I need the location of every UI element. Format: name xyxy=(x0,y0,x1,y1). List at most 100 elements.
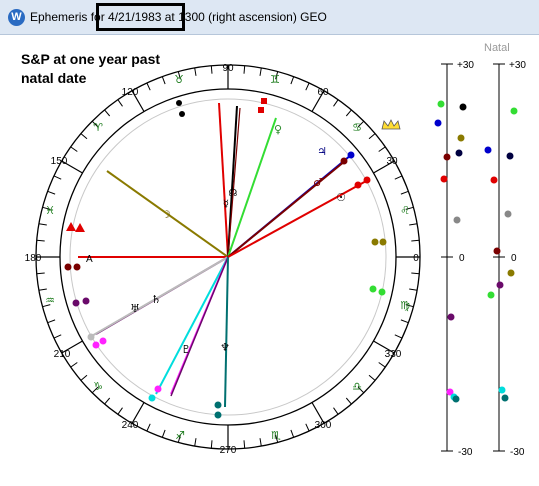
wheel-minor-tick xyxy=(70,146,78,152)
planet-dot xyxy=(176,100,182,106)
planet-dot xyxy=(214,411,222,419)
planet-dot xyxy=(214,401,222,409)
wheel-minor-tick xyxy=(368,374,376,381)
wheel-minor-tick xyxy=(305,82,310,91)
pisces-sign-icon: ♓ xyxy=(45,204,55,217)
planet-dot xyxy=(354,181,362,189)
left-scale-zero-label: 0 xyxy=(459,253,465,264)
right-scale-top-label: +30 xyxy=(509,60,526,71)
wheel-minor-tick xyxy=(243,440,246,449)
planet-dot xyxy=(379,238,387,246)
virgo-sign-icon: ♍ xyxy=(400,299,410,312)
decl-dot xyxy=(434,119,442,127)
planet-dot xyxy=(92,341,100,349)
wheel-minor-tick xyxy=(161,429,166,438)
wheel-minor-tick xyxy=(394,175,403,180)
wheel-minor-tick xyxy=(117,99,123,107)
planet-dot xyxy=(64,263,72,271)
wheel-minor-tick xyxy=(259,438,262,447)
wheel-minor-tick xyxy=(333,99,339,107)
natal-decl-dot xyxy=(507,269,515,277)
wheel-minor-tick xyxy=(104,109,111,117)
degree-label-180: 180 xyxy=(25,253,42,264)
right-scale-bottom-label: -30 xyxy=(510,447,525,458)
wheel-minor-tick xyxy=(117,407,123,415)
wheel-minor-tick xyxy=(146,423,151,432)
decl-dot xyxy=(453,216,461,224)
wheel-minor-tick xyxy=(411,272,420,275)
planet-dot xyxy=(369,285,377,293)
decl-dot xyxy=(437,100,445,108)
wheel-minor-tick xyxy=(378,362,386,368)
leo-sign-icon: ♌ xyxy=(400,204,410,217)
capricorn-sign-icon: ♑ xyxy=(93,380,103,393)
ray-teal xyxy=(224,256,229,408)
ray-purple-2 xyxy=(170,256,229,397)
wheel-minor-tick xyxy=(411,239,420,242)
gemini-sign-icon: ♊ xyxy=(270,73,280,86)
uranus-icon: ♅ xyxy=(130,302,140,315)
decl-dot xyxy=(447,313,455,321)
neptune-icon: ♆ xyxy=(220,341,230,354)
ephemeris-canvas: 90 60 30 0 330 300 270 240 210 180 150 1… xyxy=(25,60,527,458)
planet-dot xyxy=(179,111,185,117)
planet-dot xyxy=(347,151,355,159)
wheel-minor-tick xyxy=(80,374,88,381)
degree-label-0: 0 xyxy=(413,253,419,264)
planet-glyphs: ♀ ♃ ♂ ☊ ☿ ☽ ♄ ♅ ♇ ♆ ☉ A xyxy=(86,123,346,356)
degree-label-240: 240 xyxy=(122,420,139,431)
taurus-sign-icon: ♉ xyxy=(174,73,184,86)
planet-dot xyxy=(340,157,348,165)
wheel-minor-tick xyxy=(146,82,151,91)
planet-dot xyxy=(363,176,371,184)
planet-dot xyxy=(148,394,156,402)
wheel-minor-tick xyxy=(36,239,45,242)
degree-label-150: 150 xyxy=(51,156,68,167)
ray-red-east xyxy=(227,179,369,258)
natal-decl-dot xyxy=(490,176,498,184)
wheel-minor-tick xyxy=(394,334,403,339)
wheel-minor-tick xyxy=(53,334,62,339)
wheel-minor-tick xyxy=(80,133,88,140)
wheel-minor-tick xyxy=(305,423,310,432)
wheel-minor-tick xyxy=(70,362,78,368)
planet-dot xyxy=(154,385,162,393)
wheel-minor-tick xyxy=(345,397,352,405)
decl-dot xyxy=(457,134,465,142)
ascendant-label: A xyxy=(86,254,93,265)
wheel-minor-tick xyxy=(47,319,56,324)
degree-label-330: 330 xyxy=(385,349,402,360)
natal-decl-dot xyxy=(506,152,514,160)
wheel-minor-tick xyxy=(36,272,45,275)
planet-square-marker xyxy=(261,98,267,104)
wheel-minor-tick xyxy=(53,175,62,180)
planet-dot xyxy=(99,337,107,345)
wheel-minor-tick xyxy=(345,109,352,117)
wheel-minor-tick xyxy=(400,319,409,324)
venus-icon: ♀ xyxy=(274,123,282,136)
decl-dot xyxy=(455,149,463,157)
aries-sign-icon: ♈ xyxy=(93,121,103,134)
mercury-icon: ☿ xyxy=(223,199,229,210)
decl-dot xyxy=(443,153,451,161)
decl-dot xyxy=(452,395,460,403)
sun-icon: ☉ xyxy=(336,191,346,204)
planet-dot xyxy=(378,288,386,296)
wheel-minor-tick xyxy=(368,133,376,140)
cancer-sign-icon: ♋ xyxy=(352,121,362,134)
jupiter-icon: ♃ xyxy=(317,145,327,158)
degree-label-210: 210 xyxy=(54,349,71,360)
degree-label-90: 90 xyxy=(222,63,234,74)
natal-decl-dot xyxy=(493,247,501,255)
right-scale-zero-label: 0 xyxy=(511,253,517,264)
red-triangle-marker xyxy=(75,223,85,232)
wheel-minor-tick xyxy=(378,146,386,152)
wheel-minor-tick xyxy=(161,76,166,85)
planet-dot xyxy=(87,333,95,341)
pluto-icon: ♇ xyxy=(181,343,191,356)
left-scale-bottom-label: -30 xyxy=(458,447,473,458)
wheel-minor-tick xyxy=(38,288,47,291)
planet-dot xyxy=(371,238,379,246)
planet-dot xyxy=(73,263,81,271)
aquarius-sign-icon: ♒ xyxy=(45,294,55,307)
